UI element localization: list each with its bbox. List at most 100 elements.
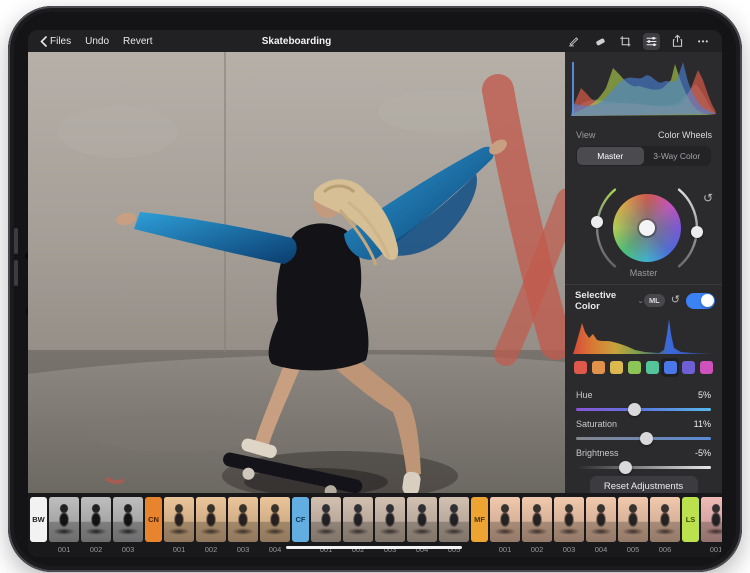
left-arc-handle[interactable] — [591, 216, 603, 228]
back-to-files-button[interactable]: Files — [40, 36, 71, 47]
brightness-label: Brightness — [576, 447, 619, 458]
preset-thumb-mf-005[interactable] — [618, 497, 648, 542]
wheel-reset-icon[interactable]: ↺ — [703, 192, 713, 204]
preset-thumb-mf-001[interactable] — [490, 497, 520, 542]
preset-thumb-label: 004 — [268, 545, 282, 554]
more-icon[interactable]: ••• — [695, 33, 712, 50]
brightness-value: -5% — [694, 447, 711, 458]
preset-thumb-mf-003[interactable] — [554, 497, 584, 542]
preset-thumb-cf-005[interactable] — [439, 497, 469, 542]
preset-thumb-label: 003 — [236, 545, 250, 554]
hue-slider-track[interactable] — [576, 403, 711, 416]
panel-divider — [565, 284, 722, 285]
brightness-slider-knob[interactable] — [619, 461, 633, 474]
adjustments-panel: View Color Wheels Master 3-Way Color ↺ M… — [565, 52, 722, 497]
selective-sliders: Hue 5% Saturation 11% Brightness -5% — [576, 382, 711, 474]
preset-thumb-label: 001 — [57, 545, 71, 554]
wheel-caption: Master — [629, 268, 658, 278]
volume-up-button — [14, 228, 18, 254]
rgb-histogram — [571, 62, 716, 116]
preset-thumb-mf-004[interactable] — [586, 497, 616, 542]
wheel-center-knob[interactable] — [639, 220, 655, 236]
preset-thumb-label: 001 — [172, 545, 186, 554]
preset-thumb-cn-003[interactable] — [228, 497, 258, 542]
photo-canvas[interactable] — [28, 52, 565, 493]
undo-button[interactable]: Undo — [85, 36, 109, 47]
preset-thumb-label: 001 — [498, 545, 512, 554]
color-wheel-area — [565, 168, 722, 272]
preset-thumb-cn-004[interactable] — [260, 497, 290, 542]
preset-thumb-mf-006[interactable] — [650, 497, 680, 542]
share-icon[interactable] — [669, 33, 686, 50]
hue-value: 5% — [697, 389, 711, 400]
preset-thumb-cn-002[interactable] — [196, 497, 226, 542]
back-chevron-icon — [40, 35, 47, 47]
selective-color-swatches — [572, 358, 715, 377]
preset-thumb-label: 001 — [709, 545, 722, 554]
color-swatch-4[interactable] — [644, 358, 662, 377]
color-swatch-6[interactable] — [679, 358, 697, 377]
preset-thumb-mf-002[interactable] — [522, 497, 552, 542]
view-selector[interactable]: View Color Wheels — [576, 128, 712, 141]
preset-thumb-label: 002 — [530, 545, 544, 554]
preset-thumb-label: 003 — [562, 545, 576, 554]
revert-button[interactable]: Revert — [123, 36, 152, 47]
segment-master[interactable]: Master — [577, 147, 644, 165]
adjustments-icon[interactable] — [643, 32, 660, 50]
hue-label: Hue — [576, 389, 593, 400]
preset-thumb-label: 002 — [204, 545, 218, 554]
color-swatch-3[interactable] — [626, 358, 644, 377]
saturation-slider-knob[interactable] — [639, 432, 653, 445]
filmstrip-scrollbar[interactable] — [286, 546, 462, 549]
preset-thumb-label: 004 — [594, 545, 608, 554]
ml-badge[interactable]: ML — [643, 294, 665, 307]
preset-thumb-bw-003[interactable] — [113, 497, 143, 542]
selective-color-title: Selective Color — [575, 289, 617, 312]
preset-group-tag-mf[interactable]: MF — [471, 497, 488, 542]
color-swatch-7[interactable] — [697, 358, 715, 377]
preset-thumb-ls-001[interactable] — [701, 497, 722, 542]
color-swatch-0[interactable] — [572, 358, 590, 377]
preset-thumb-cf-003[interactable] — [375, 497, 405, 542]
preset-thumb-label: 005 — [626, 545, 640, 554]
volume-down-button — [14, 260, 18, 286]
master-color-wheel[interactable] — [613, 194, 681, 262]
preset-thumb-label: 002 — [89, 545, 103, 554]
hue-slider-knob[interactable] — [627, 403, 641, 416]
saturation-label: Saturation — [576, 418, 618, 429]
preset-thumb-label: 006 — [658, 545, 672, 554]
chevron-down-icon[interactable]: ⌄ — [637, 296, 644, 305]
preset-group-tag-ls[interactable]: LS — [682, 497, 699, 542]
preset-thumb-cf-001[interactable] — [311, 497, 341, 542]
saturation-value: 11% — [693, 418, 711, 429]
preset-thumb-label: 003 — [121, 545, 135, 554]
color-swatch-2[interactable] — [608, 358, 626, 377]
selective-color-histogram — [573, 319, 714, 354]
skateboarder-photo — [28, 52, 565, 493]
app-screen: Skateboarding Files Undo Revert ••• View… — [28, 30, 722, 557]
pen-icon[interactable] — [565, 33, 582, 50]
preset-thumb-cf-004[interactable] — [407, 497, 437, 542]
preset-thumb-bw-001[interactable] — [49, 497, 79, 542]
segment-3-way-color[interactable]: 3-Way Color — [644, 147, 711, 165]
crop-icon[interactable] — [617, 33, 634, 50]
repair-eraser-icon[interactable] — [591, 33, 608, 50]
color-swatch-1[interactable] — [590, 358, 608, 377]
selective-reset-icon[interactable]: ↺ — [671, 295, 680, 306]
preset-group-tag-bw[interactable]: BW — [30, 497, 47, 542]
top-toolbar: Skateboarding Files Undo Revert ••• — [28, 30, 722, 52]
selective-color-header: Selective Color ⌄ ML ↺ — [575, 289, 715, 312]
preset-group-tag-cf[interactable]: CF — [292, 497, 309, 542]
view-label: View — [576, 129, 596, 140]
brightness-slider-track[interactable] — [576, 461, 711, 474]
selective-color-toggle[interactable] — [686, 292, 715, 309]
wheel-mode-segmented-control: Master 3-Way Color — [576, 146, 711, 166]
preset-thumb-bw-002[interactable] — [81, 497, 111, 542]
saturation-slider-track[interactable] — [576, 432, 711, 445]
color-swatch-5[interactable] — [661, 358, 680, 377]
preset-thumb-cn-001[interactable] — [164, 497, 194, 542]
right-arc-handle[interactable] — [691, 226, 703, 238]
preset-group-tag-cn[interactable]: CN — [145, 497, 162, 542]
view-value[interactable]: Color Wheels — [658, 130, 712, 140]
preset-thumb-cf-002[interactable] — [343, 497, 373, 542]
